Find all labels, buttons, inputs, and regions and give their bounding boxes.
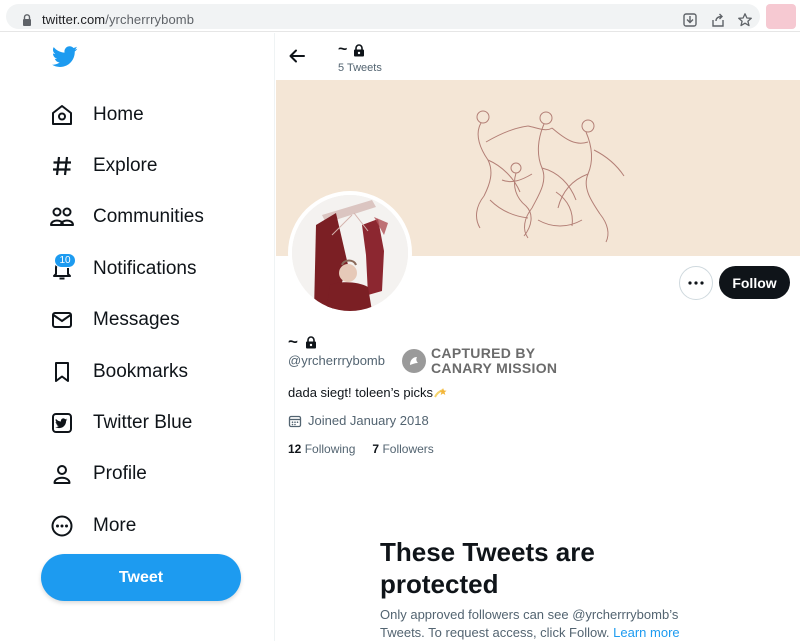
sidebar-item-home[interactable]: Home — [48, 95, 144, 135]
twitter-logo-icon[interactable] — [52, 45, 78, 69]
watermark-line1: CAPTURED BY — [431, 345, 536, 361]
notification-badge: 10 — [54, 253, 76, 268]
bio-text: dada siegt! toleen’s picks — [288, 385, 434, 400]
url-text: twitter.com/yrcherrrybomb — [42, 12, 194, 27]
sidebar-item-label: More — [93, 515, 137, 536]
following-count: 12 — [288, 442, 302, 456]
envelope-icon — [48, 306, 76, 334]
sidebar-item-profile[interactable]: Profile — [48, 454, 147, 494]
sidebar-item-communities[interactable]: Communities — [48, 197, 204, 237]
profile-handle: @yrcherrrybomb — [288, 353, 385, 368]
browser-address-bar: twitter.com/yrcherrrybomb — [0, 0, 800, 32]
followers-label: Followers — [382, 442, 434, 456]
star-icon[interactable] — [737, 12, 753, 28]
profile-display-name: ~ — [288, 332, 317, 352]
person-icon — [48, 460, 76, 488]
sidebar-item-label: Communities — [93, 206, 204, 227]
watermark-line2: CANARY MISSION — [431, 360, 558, 376]
sidebar-item-more[interactable]: More — [48, 506, 136, 546]
hashtag-icon — [48, 152, 76, 180]
joined-date: Joined January 2018 — [288, 413, 429, 428]
ellipsis-icon — [688, 281, 704, 285]
watermark-text: CAPTURED BY CANARY MISSION — [431, 346, 557, 376]
more-circle-icon — [48, 512, 76, 540]
sidebar-item-label: Home — [93, 104, 144, 125]
followers-link[interactable]: 7 Followers — [372, 442, 433, 456]
tweet-count: 5 Tweets — [338, 62, 382, 74]
header-name-text: ~ — [338, 41, 348, 58]
canary-mission-watermark: CAPTURED BY CANARY MISSION — [402, 346, 557, 376]
profile-header-bar: ~ 5 Tweets — [276, 33, 800, 80]
header-name: ~ — [338, 41, 365, 59]
protected-lock-icon — [354, 43, 365, 56]
sidebar-item-messages[interactable]: Messages — [48, 300, 180, 340]
bookmark-icon — [48, 358, 76, 386]
sidebar-item-label: Profile — [93, 463, 147, 484]
canary-bird-icon — [402, 349, 426, 373]
sidebar-item-label: Bookmarks — [93, 361, 189, 382]
sidebar: Home Explore Communities 10 Notification… — [0, 33, 275, 641]
followers-count: 7 — [372, 442, 380, 456]
following-link[interactable]: 12 Following — [288, 442, 355, 456]
install-icon[interactable] — [682, 12, 698, 28]
url-path: /yrcherrrybomb — [105, 12, 195, 27]
protected-message: Only approved followers can see @yrcherr… — [380, 606, 710, 641]
protected-title: These Tweets are protected — [380, 537, 595, 599]
sidebar-item-explore[interactable]: Explore — [48, 146, 157, 186]
sidebar-item-label: Twitter Blue — [93, 412, 193, 433]
sidebar-item-label: Notifications — [93, 258, 197, 279]
learn-more-link[interactable]: Learn more — [613, 625, 679, 640]
share-icon[interactable] — [710, 12, 726, 28]
profile-bio: dada siegt! toleen’s picks — [288, 385, 448, 400]
calendar-icon — [288, 415, 302, 427]
following-label: Following — [304, 442, 356, 456]
sidebar-item-notifications[interactable]: 10 Notifications — [48, 249, 197, 289]
communities-icon — [48, 203, 76, 231]
twitter-blue-icon — [48, 409, 76, 437]
lock-icon — [23, 14, 31, 26]
joined-text: Joined January 2018 — [308, 413, 429, 428]
sidebar-item-twitter-blue[interactable]: Twitter Blue — [48, 403, 192, 443]
profile-main: ~ 5 Tweets Follow ~ @yrcherrrybomb CAPTU… — [276, 33, 800, 641]
home-icon — [48, 101, 76, 129]
back-arrow-icon[interactable] — [288, 47, 306, 65]
url-field[interactable]: twitter.com/yrcherrrybomb — [6, 4, 760, 29]
sidebar-item-bookmarks[interactable]: Bookmarks — [48, 352, 188, 392]
sidebar-item-label: Explore — [93, 155, 158, 176]
sidebar-item-label: Messages — [93, 309, 180, 330]
more-options-button[interactable] — [679, 266, 713, 300]
tweet-button[interactable]: Tweet — [41, 554, 241, 601]
follow-stats: 12 Following 7 Followers — [288, 442, 451, 456]
protected-lock-icon — [305, 335, 316, 348]
url-domain: twitter.com — [42, 12, 106, 27]
shooting-star-icon — [434, 388, 447, 398]
avatar[interactable] — [288, 191, 412, 315]
follow-button[interactable]: Follow — [719, 266, 790, 299]
bell-icon: 10 — [48, 253, 76, 283]
display-name-text: ~ — [288, 332, 298, 351]
avatar-photo — [292, 195, 408, 311]
browser-profile-avatar[interactable] — [766, 4, 796, 29]
